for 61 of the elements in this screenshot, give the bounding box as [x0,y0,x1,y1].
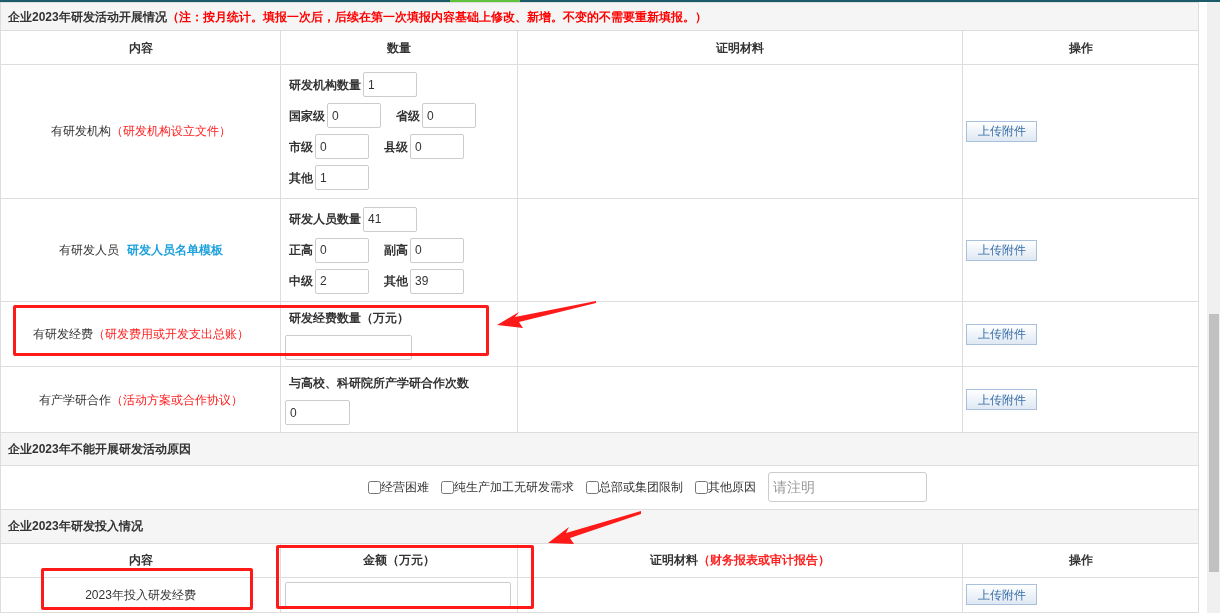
scrollbar[interactable] [1207,2,1220,613]
item-label: 有产学研合作 [38,392,111,407]
item-label: 有研发人员 [58,243,119,258]
number-field[interactable]: 0 [410,134,464,160]
instruction-note: （注：按月统计。填报一次后，后续在第一次填报内容基础上修改、新增。不变的不需要重新填报。） [166,9,707,24]
number-field[interactable]: 1 [363,72,417,98]
item-label: 2023年投入研发经费 [85,587,196,602]
column-header: 内容 [128,553,153,568]
field-label: 研发人员数量 [288,211,361,229]
item-label: 有研发机构 [50,124,111,139]
item-label: 有研发经费 [32,327,93,342]
field-label: 县级 [383,138,408,156]
reason-checkbox[interactable] [368,481,381,494]
field-label: 其他 [288,169,313,187]
upload-button[interactable]: 上传附件 [966,323,1037,345]
column-header: 证明材料 [716,40,764,55]
required-document-note: （活动方案或合作协议） [110,392,243,407]
checkbox-label: 经营困难 [381,479,429,497]
upload-button[interactable]: 上传附件 [966,239,1037,261]
upload-button[interactable]: 上传附件 [966,120,1037,142]
column-header: 金额（万元） [363,553,435,568]
number-field[interactable]: 2 [315,268,369,294]
section-title: 企业2023年研发活动开展情况 [8,9,167,24]
number-field[interactable]: 39 [410,268,464,294]
number-field[interactable]: 0 [410,237,464,263]
column-header: 操作 [1068,40,1093,55]
column-header: 数量 [387,40,411,55]
number-field[interactable]: 0 [315,134,369,160]
upload-button[interactable]: 上传附件 [966,584,1037,606]
field-label: 国家级 [288,107,325,125]
field-label: 市级 [288,138,313,156]
number-field[interactable]: 41 [363,206,417,232]
field-label: 省级 [395,107,420,125]
field-heading: 研发经费数量（万元） [288,309,410,327]
field-heading: 与高校、科研院所产学研合作次数 [288,375,470,392]
reason-checkbox[interactable] [441,481,454,494]
required-document-note: （财务报表或审计报告） [698,553,830,568]
number-field[interactable]: 1 [315,165,369,191]
reason-checkbox[interactable] [586,481,599,494]
number-field[interactable]: 0 [285,400,350,425]
section-title: 企业2023年研发投入情况 [8,519,143,534]
number-field[interactable]: 0 [422,103,476,129]
field-label: 正高 [288,242,313,260]
required-document-note: （研发机构设立文件） [110,124,231,139]
field-label: 其他 [383,273,408,291]
column-header: 操作 [1068,553,1093,568]
checkbox-label: 其他原因 [708,479,756,497]
field-label: 中级 [288,273,313,291]
field-label: 研发机构数量 [288,76,361,94]
number-field[interactable]: 0 [327,103,381,129]
section-title: 企业2023年不能开展研发活动原因 [8,442,191,457]
field-label: 副高 [383,242,408,260]
checkbox-label: 纯生产加工无研发需求 [454,479,574,497]
remark-field[interactable]: 请注明 [768,472,927,503]
required-document-note: （研发费用或开发支出总账） [92,327,249,342]
column-header: 证明材料 [650,553,698,568]
upload-button[interactable]: 上传附件 [966,389,1037,410]
reason-checkbox[interactable] [695,481,708,494]
checkbox-label: 总部或集团限制 [599,479,683,497]
column-header: 内容 [128,40,153,55]
number-field[interactable]: 0 [315,237,369,263]
